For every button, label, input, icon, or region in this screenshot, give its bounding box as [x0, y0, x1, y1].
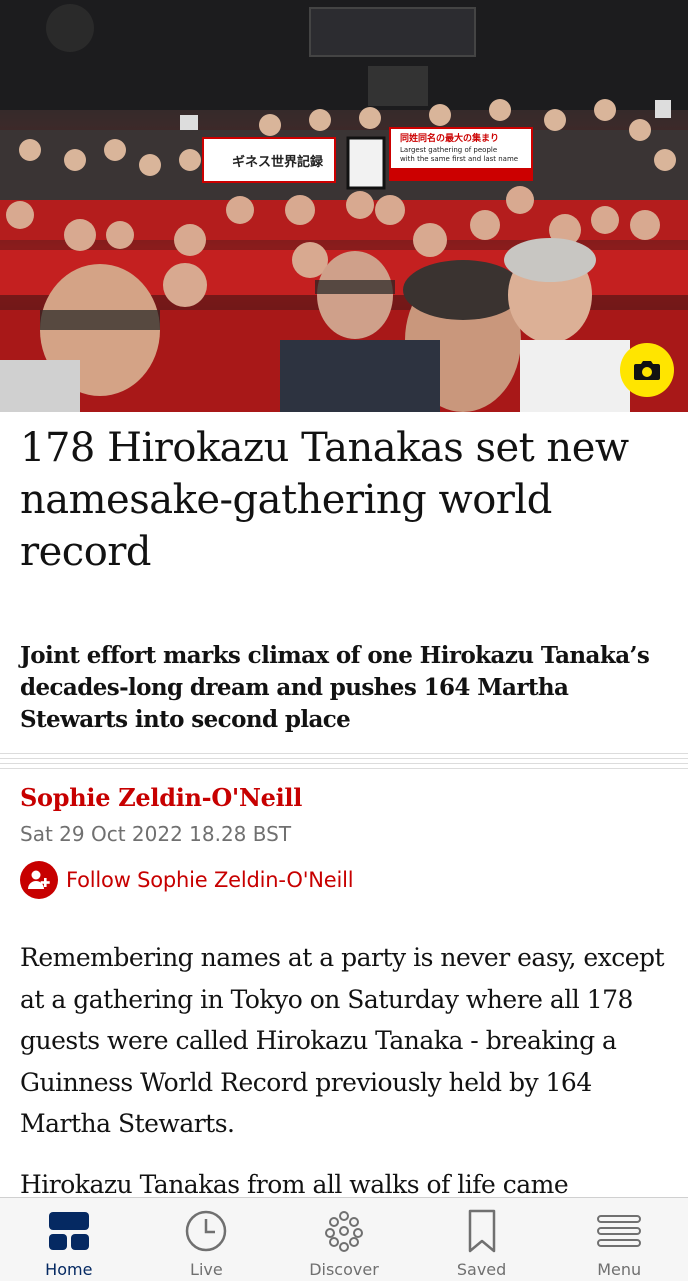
nav-home-label: Home [45, 1260, 93, 1279]
body-paragraph: Remembering names at a party is never ea… [20, 943, 665, 1138]
discover-icon [320, 1208, 368, 1254]
nav-live[interactable]: Live [138, 1198, 276, 1281]
article-standfirst: Joint effort marks climax of one Hirokaz… [20, 642, 650, 733]
record-banner-line2: with the same first and last name [400, 155, 519, 163]
guinness-banner-text: ギネス世界記録 [232, 155, 324, 170]
divider [0, 768, 688, 769]
nav-menu[interactable]: Menu [550, 1198, 688, 1281]
follow-author-button[interactable]: Follow Sophie Zeldin-O'Neill [20, 860, 354, 900]
nav-menu-label: Menu [597, 1260, 642, 1279]
menu-icon [595, 1208, 643, 1254]
record-banner-line1: Largest gathering of people [400, 146, 498, 154]
divider [0, 753, 688, 754]
nav-live-label: Live [190, 1260, 223, 1279]
publish-date: Sat 29 Oct 2022 18.28 BST [20, 822, 292, 846]
nav-discover-label: Discover [309, 1260, 379, 1279]
follow-label: Follow Sophie Zeldin-O'Neill [66, 868, 354, 892]
nav-saved[interactable]: Saved [413, 1198, 551, 1281]
nav-saved-label: Saved [456, 1260, 507, 1279]
nav-discover[interactable]: Discover [275, 1198, 413, 1281]
home-icon [45, 1208, 93, 1254]
record-banner-title: 同姓同名の最大の集まり [400, 134, 500, 144]
article-headline: 178 Hirokazu Tanakas set new namesake-ga… [20, 425, 629, 575]
bottom-navigation: Home Live Discover Saved Menu [0, 1197, 688, 1281]
author-byline[interactable]: Sophie Zeldin-O'Neill [20, 778, 302, 818]
camera-icon [634, 361, 660, 380]
hero-image: ギネス世界記録 同姓同名の最大の集まり Largest gathering of… [0, 0, 688, 412]
nav-home[interactable]: Home [0, 1198, 138, 1281]
divider [0, 758, 688, 759]
bookmark-icon [458, 1208, 506, 1254]
camera-button[interactable] [620, 343, 674, 397]
crowd-photo [0, 0, 688, 412]
add-person-icon [20, 861, 58, 899]
divider [0, 763, 688, 764]
clock-icon [182, 1208, 230, 1254]
